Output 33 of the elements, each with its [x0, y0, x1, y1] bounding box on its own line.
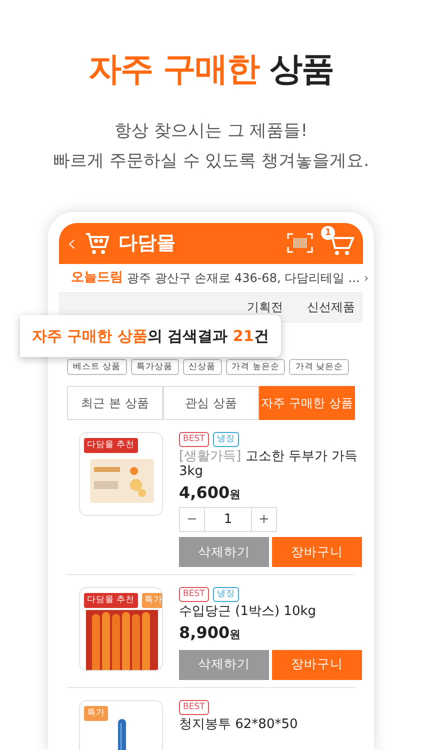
product-tag: BEST: [179, 587, 209, 602]
filter-chip[interactable]: 특가상품: [130, 358, 179, 376]
product-tag: BEST: [179, 700, 209, 714]
category-tab[interactable]: 신선제품: [307, 298, 355, 316]
cart-count-badge: 1: [321, 226, 335, 240]
product-name: 청지봉투 62*80*50: [179, 716, 298, 732]
product-name: 수입당근 (1박스) 10kg: [179, 604, 318, 619]
product-tag: 냉장: [212, 587, 239, 602]
category-tab[interactable]: 기획전: [247, 298, 283, 316]
filter-chip[interactable]: 가격 낮은순: [289, 358, 350, 376]
filter-chip[interactable]: 신상품: [182, 358, 222, 376]
product-price: 4,600원: [179, 482, 242, 504]
product-name: [생활가득] 고소한 두부가 가득 3kg: [179, 449, 359, 479]
segment-tab[interactable]: 최근 본 상품: [67, 386, 163, 420]
subtitle-line: 빠르게 주문하실 수 있도록 챙겨놓을게요.: [52, 150, 370, 172]
barcode-scan-icon[interactable]: [287, 233, 313, 253]
filter-chip[interactable]: 가격 높은순: [226, 358, 286, 376]
search-result-callout: 자주 구매한 상품의 검색결과 21건: [20, 314, 281, 357]
product-price: 8,900원: [179, 622, 242, 644]
chevron-icon[interactable]: ›: [364, 268, 369, 286]
product-badge: 특가: [84, 706, 108, 720]
filter-chip[interactable]: 베스트 상품: [67, 358, 127, 376]
app-title: 다담몰: [118, 230, 176, 256]
address-text: 광주 광산구 손재로 436-68, 다담리테일 ...: [127, 270, 360, 286]
headline: 자주 구매한 상품: [88, 48, 334, 90]
product-tag: BEST: [179, 432, 209, 447]
product-badge: 다담몰 추천: [84, 438, 138, 453]
segment-tab[interactable]: 관심 상품: [163, 386, 259, 420]
basket-logo-icon: [84, 231, 110, 255]
store-name: 오늘드림: [71, 268, 123, 287]
product-badge: 다담몰 추천: [84, 593, 138, 608]
product-tag: 냉장: [212, 432, 239, 447]
subtitle-line: 항상 찾으시는 그 제품들!: [113, 120, 309, 142]
